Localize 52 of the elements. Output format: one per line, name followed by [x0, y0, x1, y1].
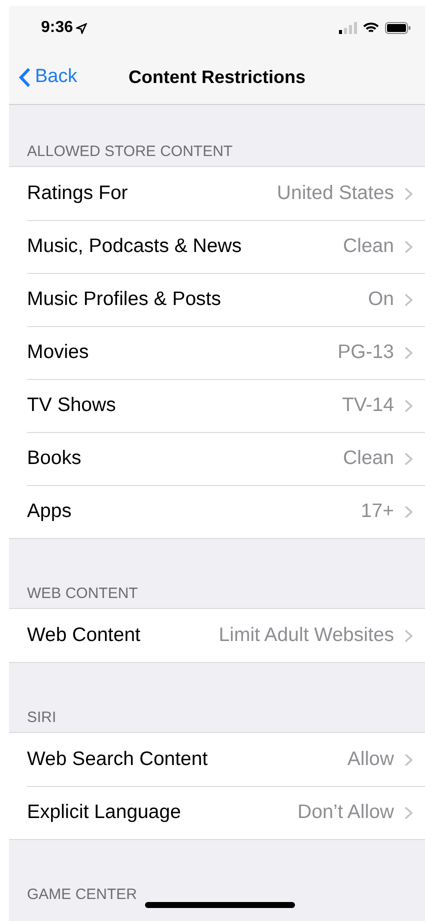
row-label: Books — [27, 447, 82, 470]
chevron-icon — [404, 346, 413, 360]
row-value: PG-13 — [338, 341, 394, 364]
wifi-icon — [363, 22, 379, 34]
back-button[interactable]: Back — [9, 66, 78, 88]
row-value: TV-14 — [342, 394, 394, 417]
chevron-icon — [404, 292, 413, 306]
row-value: United States — [276, 182, 394, 205]
row-label: Web Search Content — [27, 748, 209, 771]
row-label: Ratings For — [27, 182, 129, 205]
settings-row[interactable]: Music, Podcasts & News Clean — [9, 220, 425, 273]
row-label: Music Profiles & Posts — [27, 288, 222, 311]
section-header: WEB CONTENT — [27, 585, 138, 602]
settings-row[interactable]: Web Content Limit Adult Websites — [9, 609, 425, 662]
row-label: TV Shows — [27, 394, 117, 417]
row-value: Allow — [347, 748, 394, 771]
chevron-icon — [404, 752, 413, 766]
section-header: SIRI — [27, 709, 56, 726]
chevron-icon — [404, 186, 413, 200]
row-label: Movies — [27, 341, 90, 364]
row-label: Explicit Language — [27, 801, 182, 824]
chevron-icon — [404, 504, 413, 518]
battery-icon — [385, 22, 411, 34]
signal-icon — [339, 22, 357, 34]
chevron-icon — [404, 628, 413, 642]
settings-row[interactable]: Explicit Language Don’t Allow — [9, 786, 425, 839]
section-header: GAME CENTER — [27, 886, 138, 903]
settings-row[interactable]: TV Shows TV-14 — [9, 379, 425, 432]
row-value: On — [368, 288, 394, 311]
location-arrow-icon — [76, 22, 88, 34]
row-value: Clean — [343, 447, 394, 470]
section-header: ALLOWED STORE CONTENT — [27, 143, 233, 160]
settings-row[interactable]: Web Search Content Allow — [9, 733, 425, 786]
settings-row[interactable]: Books Clean — [9, 432, 425, 485]
chevron-icon — [404, 398, 413, 412]
chevron-left-icon — [19, 66, 31, 88]
row-value: Don’t Allow — [298, 801, 394, 824]
chevron-icon — [404, 452, 413, 466]
row-value: 17+ — [360, 500, 394, 523]
settings-row[interactable]: Ratings For United States — [9, 167, 425, 220]
chevron-icon — [404, 240, 413, 254]
row-value: Limit Adult Websites — [218, 624, 394, 647]
row-label: Music, Podcasts & News — [27, 235, 243, 258]
row-label: Web Content — [27, 624, 142, 647]
settings-row[interactable]: Movies PG-13 — [9, 326, 425, 379]
row-value: Clean — [343, 235, 394, 258]
settings-row[interactable]: Apps 17+ — [9, 485, 425, 538]
settings-row[interactable]: Music Profiles & Posts On — [9, 273, 425, 326]
status-time: 9:36 — [41, 19, 88, 37]
row-label: Apps — [27, 500, 72, 523]
nav-title: Content Restrictions — [128, 66, 306, 88]
chevron-icon — [404, 806, 413, 820]
